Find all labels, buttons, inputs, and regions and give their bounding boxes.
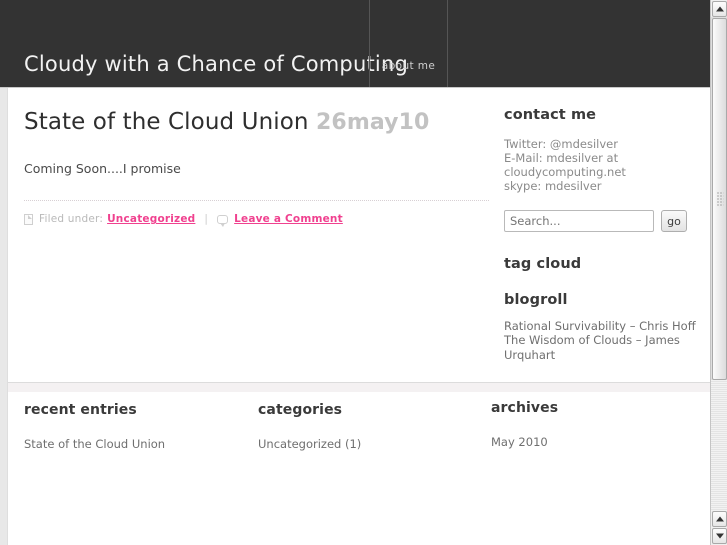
- archive-item[interactable]: May 2010: [491, 435, 691, 450]
- footer-col-archives: archives May 2010: [491, 400, 691, 450]
- arrow-up-icon-secondary: [715, 516, 724, 522]
- footer-tint-band: [8, 383, 710, 392]
- archives-heading: archives: [491, 400, 559, 416]
- contact-email-line2: cloudycomputing.net: [504, 165, 626, 180]
- tag-cloud-heading: tag cloud: [504, 256, 582, 273]
- nav-item-about-me[interactable]: about me: [370, 60, 447, 72]
- blogroll-link-1[interactable]: Rational Survivability – Chris Hoff: [504, 319, 696, 333]
- blogroll-list: Rational Survivability – Chris Hoff The …: [504, 319, 696, 362]
- sidebar: contact me Twitter: @mdesilver E-Mail: m…: [504, 107, 704, 362]
- scrollbar-thumb[interactable]: [712, 18, 727, 380]
- search-input[interactable]: [504, 210, 654, 233]
- main-nav: about me: [369, 0, 448, 87]
- comment-bubble-icon: [217, 214, 229, 227]
- post-category-link[interactable]: Uncategorized: [107, 213, 195, 225]
- leave-comment-link[interactable]: Leave a Comment: [234, 213, 343, 225]
- categories-heading: categories: [258, 402, 343, 418]
- scrollbar-grip-icon: [716, 191, 723, 207]
- recent-entries-heading: recent entries: [24, 402, 137, 418]
- main-body: State of the Cloud Union 26may10 Coming …: [8, 89, 710, 382]
- contact-email-line1: E-Mail: mdesilver at: [504, 151, 619, 166]
- blogroll-heading: blogroll: [504, 292, 568, 309]
- footer-col-categories: categories Uncategorized (1): [258, 402, 468, 452]
- footer-col-recent-entries: recent entries State of the Cloud Union: [24, 402, 234, 452]
- blogroll-link-2[interactable]: The Wisdom of Clouds – James Urquhart: [504, 333, 696, 362]
- post-date: 26may10: [316, 110, 430, 135]
- scrollbar-track-lower[interactable]: [711, 380, 727, 511]
- page-root: Cloudy with a Chance of Computing about …: [0, 0, 727, 545]
- vertical-scrollbar[interactable]: [710, 0, 727, 545]
- post-column: State of the Cloud Union 26may10 Coming …: [24, 109, 489, 227]
- post-body-text: Coming Soon....I promise: [24, 160, 181, 176]
- search-form: go: [504, 210, 704, 233]
- search-go-button[interactable]: go: [661, 210, 687, 233]
- contact-skype: skype: mdesilver: [504, 179, 602, 194]
- header-inner: Cloudy with a Chance of Computing about …: [8, 0, 710, 87]
- scroll-down-button[interactable]: [712, 528, 727, 544]
- document-icon: [24, 213, 33, 225]
- post-title: State of the Cloud Union 26may10: [24, 109, 489, 137]
- contact-heading: contact me: [504, 107, 597, 123]
- site-header: Cloudy with a Chance of Computing about …: [0, 0, 710, 88]
- recent-entry-item[interactable]: State of the Cloud Union: [24, 437, 234, 452]
- post-title-text[interactable]: State of the Cloud Union: [24, 109, 309, 135]
- post-meta-row: Filed under: Uncategorized | Leave a Com…: [24, 213, 489, 227]
- post-separator: [24, 200, 489, 202]
- site-footer: recent entries State of the Cloud Union …: [8, 392, 710, 545]
- browser-viewport: Cloudy with a Chance of Computing about …: [0, 0, 710, 545]
- filed-under-label: Filed under:: [39, 213, 104, 226]
- meta-divider: |: [204, 213, 209, 226]
- scroll-up-button-secondary[interactable]: [712, 511, 727, 527]
- site-title: Cloudy with a Chance of Computing: [24, 52, 408, 76]
- scroll-up-button[interactable]: [712, 1, 727, 17]
- contact-details: Twitter: @mdesilver E-Mail: mdesilver at…: [504, 137, 704, 193]
- left-gutter: [0, 88, 8, 545]
- arrow-down-icon: [715, 533, 724, 539]
- arrow-up-icon: [715, 6, 724, 12]
- contact-twitter: Twitter: @mdesilver: [504, 137, 618, 151]
- category-item[interactable]: Uncategorized (1): [258, 437, 468, 452]
